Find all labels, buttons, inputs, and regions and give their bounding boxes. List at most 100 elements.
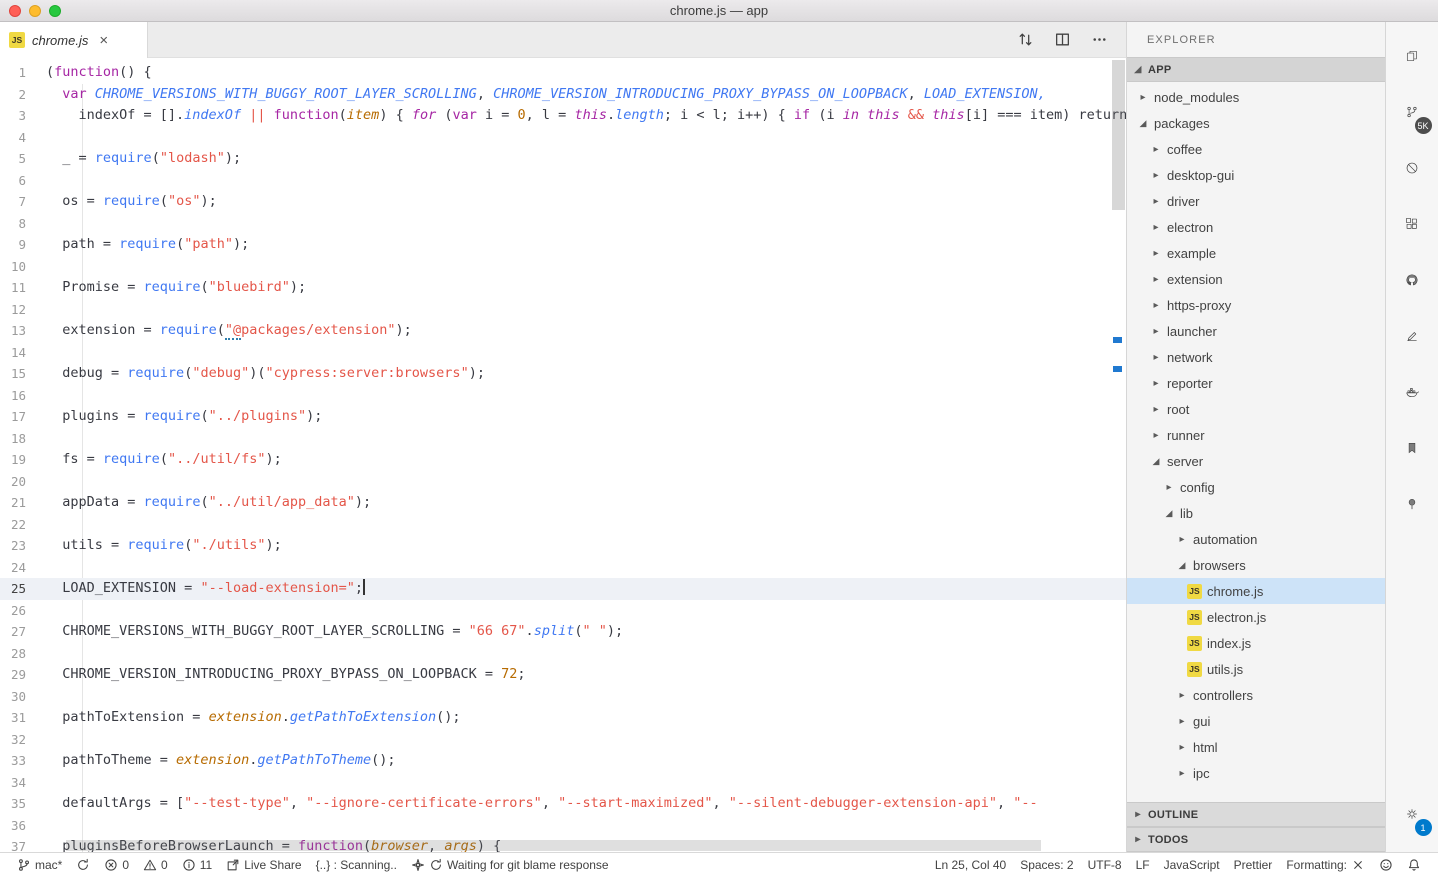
code-line[interactable]: 17 plugins = require("../plugins"); — [0, 406, 1126, 428]
status-formatting-status[interactable]: Formatting: — [1279, 858, 1372, 872]
tree-item-runner[interactable]: ▸runner — [1127, 422, 1385, 448]
close-window-button[interactable] — [9, 5, 21, 17]
code-line[interactable]: 22 — [0, 514, 1126, 536]
code-line[interactable]: 1(function() { — [0, 62, 1126, 84]
chevron-collapsed-icon[interactable]: ▸ — [1135, 92, 1151, 103]
chevron-collapsed-icon[interactable]: ▸ — [1148, 248, 1164, 259]
tree-item-ipc[interactable]: ▸ipc — [1127, 760, 1385, 786]
activity-settings[interactable]: 1 — [1386, 786, 1438, 842]
code-line[interactable]: 29 CHROME_VERSION_INTRODUCING_PROXY_BYPA… — [0, 664, 1126, 686]
tab-close-icon[interactable]: × — [99, 32, 108, 49]
code-line[interactable]: 36 — [0, 815, 1126, 837]
code-line[interactable]: 18 — [0, 428, 1126, 450]
chevron-collapsed-icon[interactable]: ▸ — [1148, 274, 1164, 285]
code-line[interactable]: 9 path = require("path"); — [0, 234, 1126, 256]
tree-item-electron[interactable]: ▸electron — [1127, 214, 1385, 240]
tree-item-config[interactable]: ▸config — [1127, 474, 1385, 500]
status-sync-status[interactable] — [69, 858, 97, 872]
activity-extensions[interactable] — [1386, 196, 1438, 252]
vertical-scrollbar[interactable] — [1110, 58, 1126, 852]
code-line[interactable]: 33 pathToTheme = extension.getPathToThem… — [0, 750, 1126, 772]
chevron-collapsed-icon[interactable]: ▸ — [1148, 196, 1164, 207]
chevron-collapsed-icon[interactable]: ▸ — [1174, 716, 1190, 727]
status-feedback[interactable] — [1372, 858, 1400, 872]
status-eol[interactable]: LF — [1129, 858, 1157, 872]
horizontal-scrollbar[interactable] — [66, 840, 1041, 851]
chevron-collapsed-icon[interactable]: ▸ — [1148, 170, 1164, 181]
section-header-todos[interactable]: ▸ TODOS — [1127, 827, 1385, 852]
chevron-collapsed-icon[interactable]: ▸ — [1148, 430, 1164, 441]
code-line[interactable]: 34 — [0, 772, 1126, 794]
tree-item-node-modules[interactable]: ▸node_modules — [1127, 84, 1385, 110]
code-line[interactable]: 20 — [0, 471, 1126, 493]
chevron-collapsed-icon[interactable]: ▸ — [1148, 404, 1164, 415]
code-line[interactable]: 27 CHROME_VERSIONS_WITH_BUGGY_ROOT_LAYER… — [0, 621, 1126, 643]
tree-item-example[interactable]: ▸example — [1127, 240, 1385, 266]
tree-item-reporter[interactable]: ▸reporter — [1127, 370, 1385, 396]
status-formatter-scan[interactable]: {..} : Scanning.. — [309, 858, 404, 872]
chevron-expanded-icon[interactable]: ◢ — [1148, 456, 1164, 467]
tree-item-automation[interactable]: ▸automation — [1127, 526, 1385, 552]
status-problems-errors[interactable]: 0 — [97, 858, 136, 872]
tree-item-network[interactable]: ▸network — [1127, 344, 1385, 370]
tree-item-launcher[interactable]: ▸launcher — [1127, 318, 1385, 344]
tree-item-utils-js[interactable]: JSutils.js — [1127, 656, 1385, 682]
chevron-expanded-icon[interactable]: ◢ — [1161, 508, 1177, 519]
tree-item-https-proxy[interactable]: ▸https-proxy — [1127, 292, 1385, 318]
status-problems-warnings[interactable]: 0 — [136, 858, 175, 872]
open-changes-icon[interactable] — [1017, 31, 1034, 48]
code-line[interactable]: 32 — [0, 729, 1126, 751]
status-language-mode[interactable]: JavaScript — [1157, 858, 1227, 872]
code-line[interactable]: 13 extension = require("@packages/extens… — [0, 320, 1126, 342]
tree-item-root[interactable]: ▸root — [1127, 396, 1385, 422]
minimize-window-button[interactable] — [29, 5, 41, 17]
activity-bookmarks[interactable] — [1386, 420, 1438, 476]
code-line[interactable]: 16 — [0, 385, 1126, 407]
code-line[interactable]: 4 — [0, 127, 1126, 149]
tree-item-electron-js[interactable]: JSelectron.js — [1127, 604, 1385, 630]
tree-item-server[interactable]: ◢server — [1127, 448, 1385, 474]
code-line[interactable]: 25 LOAD_EXTENSION = "--load-extension="; — [0, 578, 1126, 600]
chevron-collapsed-icon[interactable]: ▸ — [1148, 326, 1164, 337]
chevron-collapsed-icon[interactable]: ▸ — [1174, 742, 1190, 753]
code-line[interactable]: 21 appData = require("../util/app_data")… — [0, 492, 1126, 514]
chevron-collapsed-icon[interactable]: ▸ — [1174, 690, 1190, 701]
tree-item-coffee[interactable]: ▸coffee — [1127, 136, 1385, 162]
chevron-collapsed-icon[interactable]: ▸ — [1148, 144, 1164, 155]
tree-item-packages[interactable]: ◢packages — [1127, 110, 1385, 136]
chevron-expanded-icon[interactable]: ◢ — [1174, 560, 1190, 571]
zoom-window-button[interactable] — [49, 5, 61, 17]
status-git-blame-status[interactable]: Waiting for git blame response — [404, 858, 616, 872]
section-header-outline[interactable]: ▸ OUTLINE — [1127, 802, 1385, 827]
code-line[interactable]: 8 — [0, 213, 1126, 235]
code-line[interactable]: 23 utils = require("./utils"); — [0, 535, 1126, 557]
tab-chrome-js[interactable]: JS chrome.js × — [0, 22, 148, 58]
code-line[interactable]: 28 — [0, 643, 1126, 665]
chevron-collapsed-icon[interactable]: ▸ — [1148, 378, 1164, 389]
code-line[interactable]: 2 var CHROME_VERSIONS_WITH_BUGGY_ROOT_LA… — [0, 84, 1126, 106]
status-encoding[interactable]: UTF-8 — [1081, 858, 1129, 872]
code-line[interactable]: 3 indexOf = [].indexOf || function(item)… — [0, 105, 1126, 127]
chevron-collapsed-icon[interactable]: ▸ — [1148, 222, 1164, 233]
status-formatter[interactable]: Prettier — [1227, 858, 1280, 872]
activity-source-control[interactable]: 5K — [1386, 84, 1438, 140]
activity-docker[interactable] — [1386, 364, 1438, 420]
chevron-expanded-icon[interactable]: ◢ — [1135, 118, 1151, 129]
scrollbar-thumb[interactable] — [1112, 60, 1125, 210]
code-line[interactable]: 15 debug = require("debug")("cypress:ser… — [0, 363, 1126, 385]
activity-github[interactable] — [1386, 252, 1438, 308]
activity-pin[interactable] — [1386, 476, 1438, 532]
tree-item-controllers[interactable]: ▸controllers — [1127, 682, 1385, 708]
code-line[interactable]: 6 — [0, 170, 1126, 192]
tree-item-index-js[interactable]: JSindex.js — [1127, 630, 1385, 656]
code-line[interactable]: 10 — [0, 256, 1126, 278]
code-line[interactable]: 35 defaultArgs = ["--test-type", "--igno… — [0, 793, 1126, 815]
status-notifications[interactable] — [1400, 858, 1428, 872]
code-editor[interactable]: 1(function() {2 var CHROME_VERSIONS_WITH… — [0, 58, 1126, 852]
code-line[interactable]: 30 — [0, 686, 1126, 708]
code-line[interactable]: 24 — [0, 557, 1126, 579]
activity-explorer[interactable] — [1386, 28, 1438, 84]
code-line[interactable]: 5 _ = require("lodash"); — [0, 148, 1126, 170]
status-cursor-position[interactable]: Ln 25, Col 40 — [928, 858, 1013, 872]
code-line[interactable]: 14 — [0, 342, 1126, 364]
